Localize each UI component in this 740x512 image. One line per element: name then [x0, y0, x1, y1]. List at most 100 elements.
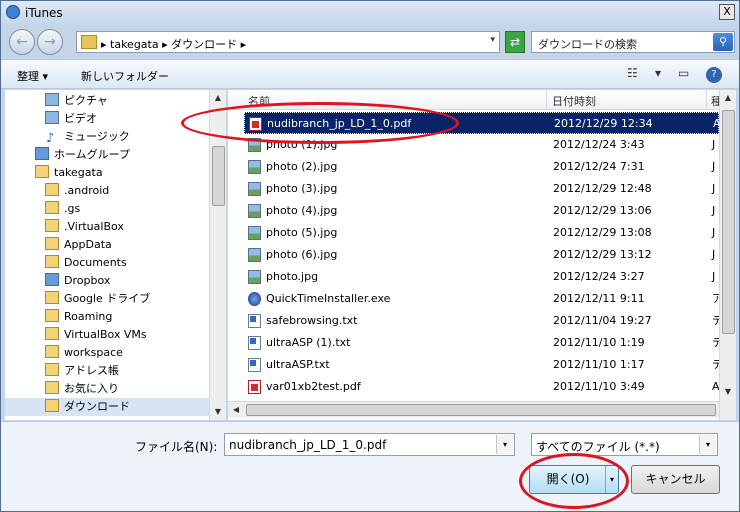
file-row[interactable]: photo (2).jpg 2012/12/24 7:31 J	[244, 156, 719, 178]
sidebar-item-label: takegata	[54, 166, 103, 179]
scroll-thumb[interactable]	[722, 110, 735, 334]
sidebar-item-pictures[interactable]: ピクチャ	[45, 92, 108, 110]
sidebar-item-favorites[interactable]: お気に入り	[45, 380, 119, 398]
sidebar-item-documents[interactable]: Documents	[45, 254, 127, 272]
chevron-down-icon[interactable]: ▾	[655, 66, 661, 80]
file-name: photo (3).jpg	[266, 182, 338, 195]
file-row[interactable]: QuickTimeInstaller.exe 2012/12/11 9:11 ア	[244, 288, 719, 310]
filename-field[interactable]: nudibranch_jp_LD_1_0.pdf ▾	[224, 433, 515, 456]
image-file-icon	[248, 226, 261, 240]
column-header-date[interactable]: 日付時刻	[552, 93, 596, 109]
sidebar-item-android[interactable]: .android	[45, 182, 109, 200]
pictures-icon	[45, 93, 59, 106]
pdf-file-icon	[249, 117, 262, 131]
file-type-value: すべてのファイル (*.*)	[536, 440, 660, 454]
view-options-icon[interactable]: ☷	[627, 66, 638, 80]
sidebar-item-gs[interactable]: .gs	[45, 200, 80, 218]
video-icon	[45, 111, 59, 124]
chevron-down-icon[interactable]: ▾	[496, 435, 513, 454]
file-row[interactable]: ultraASP (1).txt 2012/11/10 1:19 テ	[244, 332, 719, 354]
file-type: J	[712, 270, 716, 283]
file-row[interactable]: photo (3).jpg 2012/12/29 12:48 J	[244, 178, 719, 200]
sidebar-item-workspace[interactable]: workspace	[45, 344, 123, 362]
image-file-icon	[248, 248, 261, 262]
new-folder-button[interactable]: 新しいフォルダー	[81, 68, 169, 84]
sidebar-item-downloads[interactable]: ダウンロード	[5, 398, 209, 416]
file-type: テ	[712, 314, 719, 327]
column-divider[interactable]	[546, 90, 547, 110]
sidebar-item-music[interactable]: ♪ ミュージック	[45, 128, 130, 146]
file-date: 2012/12/29 13:08	[553, 226, 652, 239]
file-type: J	[712, 248, 716, 261]
horizontal-scrollbar[interactable]: ◀	[228, 401, 719, 418]
sidebar-item-roaming[interactable]: Roaming	[45, 308, 112, 326]
search-icon[interactable]: ⚲	[713, 33, 733, 51]
file-type: A	[712, 380, 719, 393]
command-toolbar: 整理 ▾ 新しいフォルダー ☷ ▾ ▭ ?	[1, 59, 739, 89]
file-list: 名前 日付時刻 種 nudibranch_jp_LD_1_0.pdf 2012/…	[228, 90, 719, 420]
file-row[interactable]: photo (6).jpg 2012/12/29 13:12 J	[244, 244, 719, 266]
help-icon[interactable]: ?	[706, 67, 722, 83]
organize-button[interactable]: 整理 ▾	[17, 68, 48, 84]
sidebar-item-google-drive[interactable]: Google ドライブ	[45, 290, 150, 308]
file-type: J	[712, 138, 716, 151]
scroll-up-icon[interactable]: ▲	[720, 90, 736, 106]
scroll-thumb[interactable]	[246, 404, 716, 416]
search-placeholder: ダウンロードの検索	[538, 38, 637, 51]
filename-value: nudibranch_jp_LD_1_0.pdf	[229, 438, 387, 452]
file-row-selected[interactable]: nudibranch_jp_LD_1_0.pdf 2012/12/29 12:3…	[244, 112, 719, 134]
itunes-icon	[6, 5, 20, 19]
scroll-thumb[interactable]	[212, 146, 225, 206]
scroll-down-icon[interactable]: ▼	[210, 404, 226, 420]
back-button[interactable]: ←	[9, 29, 35, 55]
sidebar-item-video[interactable]: ビデオ	[45, 110, 97, 128]
sidebar-item-homegroup[interactable]: ホームグループ	[35, 146, 130, 164]
address-bar[interactable]: ▸ takegata ▸ ダウンロード ▸ ▾	[76, 31, 500, 53]
folder-icon	[45, 219, 59, 232]
search-input[interactable]: ダウンロードの検索 ⚲	[531, 31, 735, 53]
file-row[interactable]: photo (5).jpg 2012/12/29 13:08 J	[244, 222, 719, 244]
breadcrumb[interactable]: ▸ takegata ▸ ダウンロード ▸	[101, 36, 246, 52]
column-header-type[interactable]: 種	[711, 93, 719, 109]
scroll-up-icon[interactable]: ▲	[210, 90, 226, 106]
sidebar-item-appdata[interactable]: AppData	[45, 236, 112, 254]
chevron-down-icon[interactable]: ▾	[490, 35, 495, 45]
column-divider[interactable]	[706, 90, 707, 110]
file-date: 2012/11/04 19:27	[553, 314, 652, 327]
chevron-down-icon[interactable]: ▾	[605, 466, 618, 493]
sidebar-item-takegata[interactable]: takegata	[35, 164, 103, 182]
file-date: 2012/12/29 13:06	[553, 204, 652, 217]
file-row[interactable]: photo (1).jpg 2012/12/24 3:43 J	[244, 134, 719, 156]
folder-icon	[45, 255, 59, 268]
preview-pane-icon[interactable]: ▭	[678, 66, 689, 80]
file-list-scrollbar[interactable]: ▲ ▼	[719, 90, 736, 420]
file-type: J	[712, 182, 716, 195]
chevron-down-icon[interactable]: ▾	[699, 435, 716, 454]
sidebar-item-dropbox[interactable]: Dropbox	[45, 272, 110, 290]
file-name: var01xb2test.pdf	[266, 380, 361, 393]
sidebar-item-label: アドレス帳	[64, 364, 119, 377]
close-button[interactable]: X	[719, 4, 735, 20]
file-row[interactable]: var01xb2test.pdf 2012/11/10 3:49 A	[244, 376, 719, 398]
scroll-left-icon[interactable]: ◀	[228, 402, 244, 418]
file-row[interactable]: photo.jpg 2012/12/24 3:27 J	[244, 266, 719, 288]
forward-button[interactable]: →	[37, 29, 63, 55]
column-header-name[interactable]: 名前	[248, 93, 270, 109]
file-row[interactable]: photo (4).jpg 2012/12/29 13:06 J	[244, 200, 719, 222]
file-type-select[interactable]: すべてのファイル (*.*) ▾	[531, 433, 718, 456]
scroll-down-icon[interactable]: ▼	[720, 384, 736, 400]
file-row[interactable]: ultraASP.txt 2012/11/10 1:17 テ	[244, 354, 719, 376]
refresh-button[interactable]: ⇄	[505, 31, 525, 53]
sidebar-item-virtualbox-vms[interactable]: VirtualBox VMs	[45, 326, 147, 344]
open-button[interactable]: 開く(O) ▾	[529, 465, 619, 494]
cancel-button[interactable]: キャンセル	[631, 465, 720, 494]
folder-icon	[81, 35, 97, 49]
open-button-label: 開く(O)	[546, 472, 590, 486]
file-row[interactable]: safebrowsing.txt 2012/11/04 19:27 テ	[244, 310, 719, 332]
sidebar-item-label: VirtualBox VMs	[64, 328, 147, 341]
file-name: nudibranch_jp_LD_1_0.pdf	[267, 117, 412, 130]
sidebar-item-contacts[interactable]: アドレス帳	[45, 362, 119, 380]
sidebar-item-virtualbox[interactable]: .VirtualBox	[45, 218, 124, 236]
file-date: 2012/12/29 12:48	[553, 182, 652, 195]
navigation-scrollbar[interactable]: ▲ ▼	[209, 90, 226, 420]
